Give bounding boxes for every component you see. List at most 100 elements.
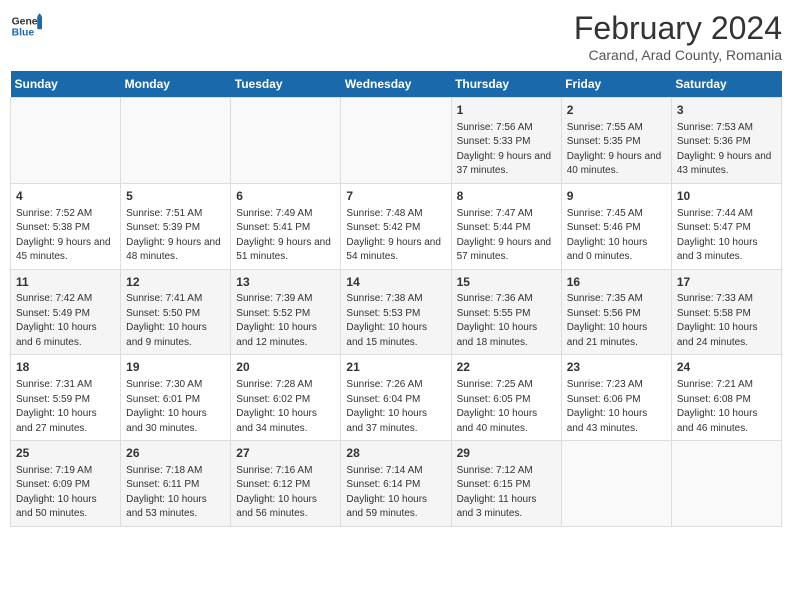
day-cell bbox=[231, 98, 341, 184]
sunset-text: Sunset: 6:01 PM bbox=[126, 393, 225, 408]
week-row-2: 4Sunrise: 7:52 AMSunset: 5:38 PMDaylight… bbox=[11, 183, 782, 269]
daylight-text: Daylight: 9 hours and 37 minutes. bbox=[457, 150, 556, 179]
week-row-3: 11Sunrise: 7:42 AMSunset: 5:49 PMDayligh… bbox=[11, 269, 782, 355]
sunset-text: Sunset: 5:36 PM bbox=[677, 135, 776, 150]
sunset-text: Sunset: 5:50 PM bbox=[126, 307, 225, 322]
day-detail: Sunrise: 7:25 AMSunset: 6:05 PMDaylight:… bbox=[457, 378, 556, 436]
day-detail: Sunrise: 7:41 AMSunset: 5:50 PMDaylight:… bbox=[126, 292, 225, 350]
sunrise-text: Sunrise: 7:21 AM bbox=[677, 378, 776, 393]
day-detail: Sunrise: 7:23 AMSunset: 6:06 PMDaylight:… bbox=[567, 378, 666, 436]
day-cell: 22 Sunrise: 7:25 AMSunset: 6:05 PMDayligh… bbox=[451, 355, 561, 441]
day-number: 5 bbox=[126, 188, 225, 205]
daylight-text: Daylight: 10 hours and 46 minutes. bbox=[677, 407, 776, 436]
sunrise-text: Sunrise: 7:26 AM bbox=[346, 378, 445, 393]
sunset-text: Sunset: 5:55 PM bbox=[457, 307, 556, 322]
day-detail: Sunrise: 7:56 AMSunset: 5:33 PMDaylight:… bbox=[457, 121, 556, 179]
sunset-text: Sunset: 6:14 PM bbox=[346, 478, 445, 493]
col-wednesday: Wednesday bbox=[341, 71, 451, 98]
svg-text:Blue: Blue bbox=[12, 28, 35, 39]
day-cell: 27 Sunrise: 7:16 AMSunset: 6:12 PMDayligh… bbox=[231, 441, 341, 527]
daylight-text: Daylight: 10 hours and 53 minutes. bbox=[126, 493, 225, 522]
day-cell: 8Sunrise: 7:47 AMSunset: 5:44 PMDaylight… bbox=[451, 183, 561, 269]
sunrise-text: Sunrise: 7:19 AM bbox=[16, 464, 115, 479]
day-number: 6 bbox=[236, 188, 335, 205]
daylight-text: Daylight: 10 hours and 59 minutes. bbox=[346, 493, 445, 522]
day-cell: 16Sunrise: 7:35 AMSunset: 5:56 PMDayligh… bbox=[561, 269, 671, 355]
sunrise-text: Sunrise: 7:55 AM bbox=[567, 121, 666, 136]
day-detail: Sunrise: 7:42 AMSunset: 5:49 PMDaylight:… bbox=[16, 292, 115, 350]
day-cell: 10Sunrise: 7:44 AMSunset: 5:47 PMDayligh… bbox=[671, 183, 781, 269]
calendar-title: February 2024 bbox=[574, 10, 782, 47]
daylight-text: Daylight: 10 hours and 3 minutes. bbox=[677, 236, 776, 265]
day-cell: 4Sunrise: 7:52 AMSunset: 5:38 PMDaylight… bbox=[11, 183, 121, 269]
sunset-text: Sunset: 5:41 PM bbox=[236, 221, 335, 236]
daylight-text: Daylight: 9 hours and 43 minutes. bbox=[677, 150, 776, 179]
day-detail: Sunrise: 7:55 AMSunset: 5:35 PMDaylight:… bbox=[567, 121, 666, 179]
daylight-text: Daylight: 10 hours and 15 minutes. bbox=[346, 321, 445, 350]
sunset-text: Sunset: 6:09 PM bbox=[16, 478, 115, 493]
day-number: 22 bbox=[457, 359, 556, 376]
daylight-text: Daylight: 9 hours and 51 minutes. bbox=[236, 236, 335, 265]
daylight-text: Daylight: 10 hours and 43 minutes. bbox=[567, 407, 666, 436]
daylight-text: Daylight: 9 hours and 48 minutes. bbox=[126, 236, 225, 265]
day-number: 23 bbox=[567, 359, 666, 376]
day-number: 18 bbox=[16, 359, 115, 376]
day-cell: 14Sunrise: 7:38 AMSunset: 5:53 PMDayligh… bbox=[341, 269, 451, 355]
day-number: 15 bbox=[457, 274, 556, 291]
sunrise-text: Sunrise: 7:16 AM bbox=[236, 464, 335, 479]
sunrise-text: Sunrise: 7:38 AM bbox=[346, 292, 445, 307]
day-cell: 26 Sunrise: 7:18 AMSunset: 6:11 PMDayligh… bbox=[121, 441, 231, 527]
day-cell: 19 Sunrise: 7:30 AMSunset: 6:01 PMDayligh… bbox=[121, 355, 231, 441]
day-cell: 13Sunrise: 7:39 AMSunset: 5:52 PMDayligh… bbox=[231, 269, 341, 355]
daylight-text: Daylight: 10 hours and 21 minutes. bbox=[567, 321, 666, 350]
sunrise-text: Sunrise: 7:23 AM bbox=[567, 378, 666, 393]
day-number: 26 bbox=[126, 445, 225, 462]
day-number: 8 bbox=[457, 188, 556, 205]
calendar-subtitle: Carand, Arad County, Romania bbox=[574, 47, 782, 63]
sunrise-text: Sunrise: 7:49 AM bbox=[236, 207, 335, 222]
sunrise-text: Sunrise: 7:48 AM bbox=[346, 207, 445, 222]
col-thursday: Thursday bbox=[451, 71, 561, 98]
sunrise-text: Sunrise: 7:30 AM bbox=[126, 378, 225, 393]
day-number: 27 bbox=[236, 445, 335, 462]
day-cell: 5Sunrise: 7:51 AMSunset: 5:39 PMDaylight… bbox=[121, 183, 231, 269]
day-cell: 20Sunrise: 7:28 AMSunset: 6:02 PMDayligh… bbox=[231, 355, 341, 441]
sunset-text: Sunset: 6:15 PM bbox=[457, 478, 556, 493]
sunrise-text: Sunrise: 7:45 AM bbox=[567, 207, 666, 222]
daylight-text: Daylight: 10 hours and 12 minutes. bbox=[236, 321, 335, 350]
sunset-text: Sunset: 6:04 PM bbox=[346, 393, 445, 408]
sunrise-text: Sunrise: 7:18 AM bbox=[126, 464, 225, 479]
day-cell: 21Sunrise: 7:26 AMSunset: 6:04 PMDayligh… bbox=[341, 355, 451, 441]
day-detail: Sunrise: 7:12 AMSunset: 6:15 PMDaylight:… bbox=[457, 464, 556, 522]
day-detail: Sunrise: 7:30 AMSunset: 6:01 PMDaylight:… bbox=[126, 378, 225, 436]
day-detail: Sunrise: 7:38 AMSunset: 5:53 PMDaylight:… bbox=[346, 292, 445, 350]
sunrise-text: Sunrise: 7:42 AM bbox=[16, 292, 115, 307]
col-friday: Friday bbox=[561, 71, 671, 98]
title-area: February 2024 Carand, Arad County, Roman… bbox=[574, 10, 782, 63]
logo-icon: General Blue bbox=[10, 10, 42, 42]
day-number: 16 bbox=[567, 274, 666, 291]
day-detail: Sunrise: 7:52 AMSunset: 5:38 PMDaylight:… bbox=[16, 207, 115, 265]
sunset-text: Sunset: 5:39 PM bbox=[126, 221, 225, 236]
sunset-text: Sunset: 5:58 PM bbox=[677, 307, 776, 322]
day-detail: Sunrise: 7:21 AMSunset: 6:08 PMDaylight:… bbox=[677, 378, 776, 436]
daylight-text: Daylight: 10 hours and 9 minutes. bbox=[126, 321, 225, 350]
day-number: 3 bbox=[677, 102, 776, 119]
day-detail: Sunrise: 7:16 AMSunset: 6:12 PMDaylight:… bbox=[236, 464, 335, 522]
day-cell: 15Sunrise: 7:36 AMSunset: 5:55 PMDayligh… bbox=[451, 269, 561, 355]
sunrise-text: Sunrise: 7:28 AM bbox=[236, 378, 335, 393]
day-number: 20 bbox=[236, 359, 335, 376]
day-number: 19 bbox=[126, 359, 225, 376]
daylight-text: Daylight: 9 hours and 45 minutes. bbox=[16, 236, 115, 265]
sunset-text: Sunset: 5:44 PM bbox=[457, 221, 556, 236]
day-detail: Sunrise: 7:18 AMSunset: 6:11 PMDaylight:… bbox=[126, 464, 225, 522]
sunset-text: Sunset: 6:12 PM bbox=[236, 478, 335, 493]
sunset-text: Sunset: 5:35 PM bbox=[567, 135, 666, 150]
daylight-text: Daylight: 10 hours and 50 minutes. bbox=[16, 493, 115, 522]
header-row: Sunday Monday Tuesday Wednesday Thursday… bbox=[11, 71, 782, 98]
sunset-text: Sunset: 6:08 PM bbox=[677, 393, 776, 408]
sunrise-text: Sunrise: 7:39 AM bbox=[236, 292, 335, 307]
sunset-text: Sunset: 5:42 PM bbox=[346, 221, 445, 236]
day-cell: 1Sunrise: 7:56 AMSunset: 5:33 PMDaylight… bbox=[451, 98, 561, 184]
sunrise-text: Sunrise: 7:14 AM bbox=[346, 464, 445, 479]
